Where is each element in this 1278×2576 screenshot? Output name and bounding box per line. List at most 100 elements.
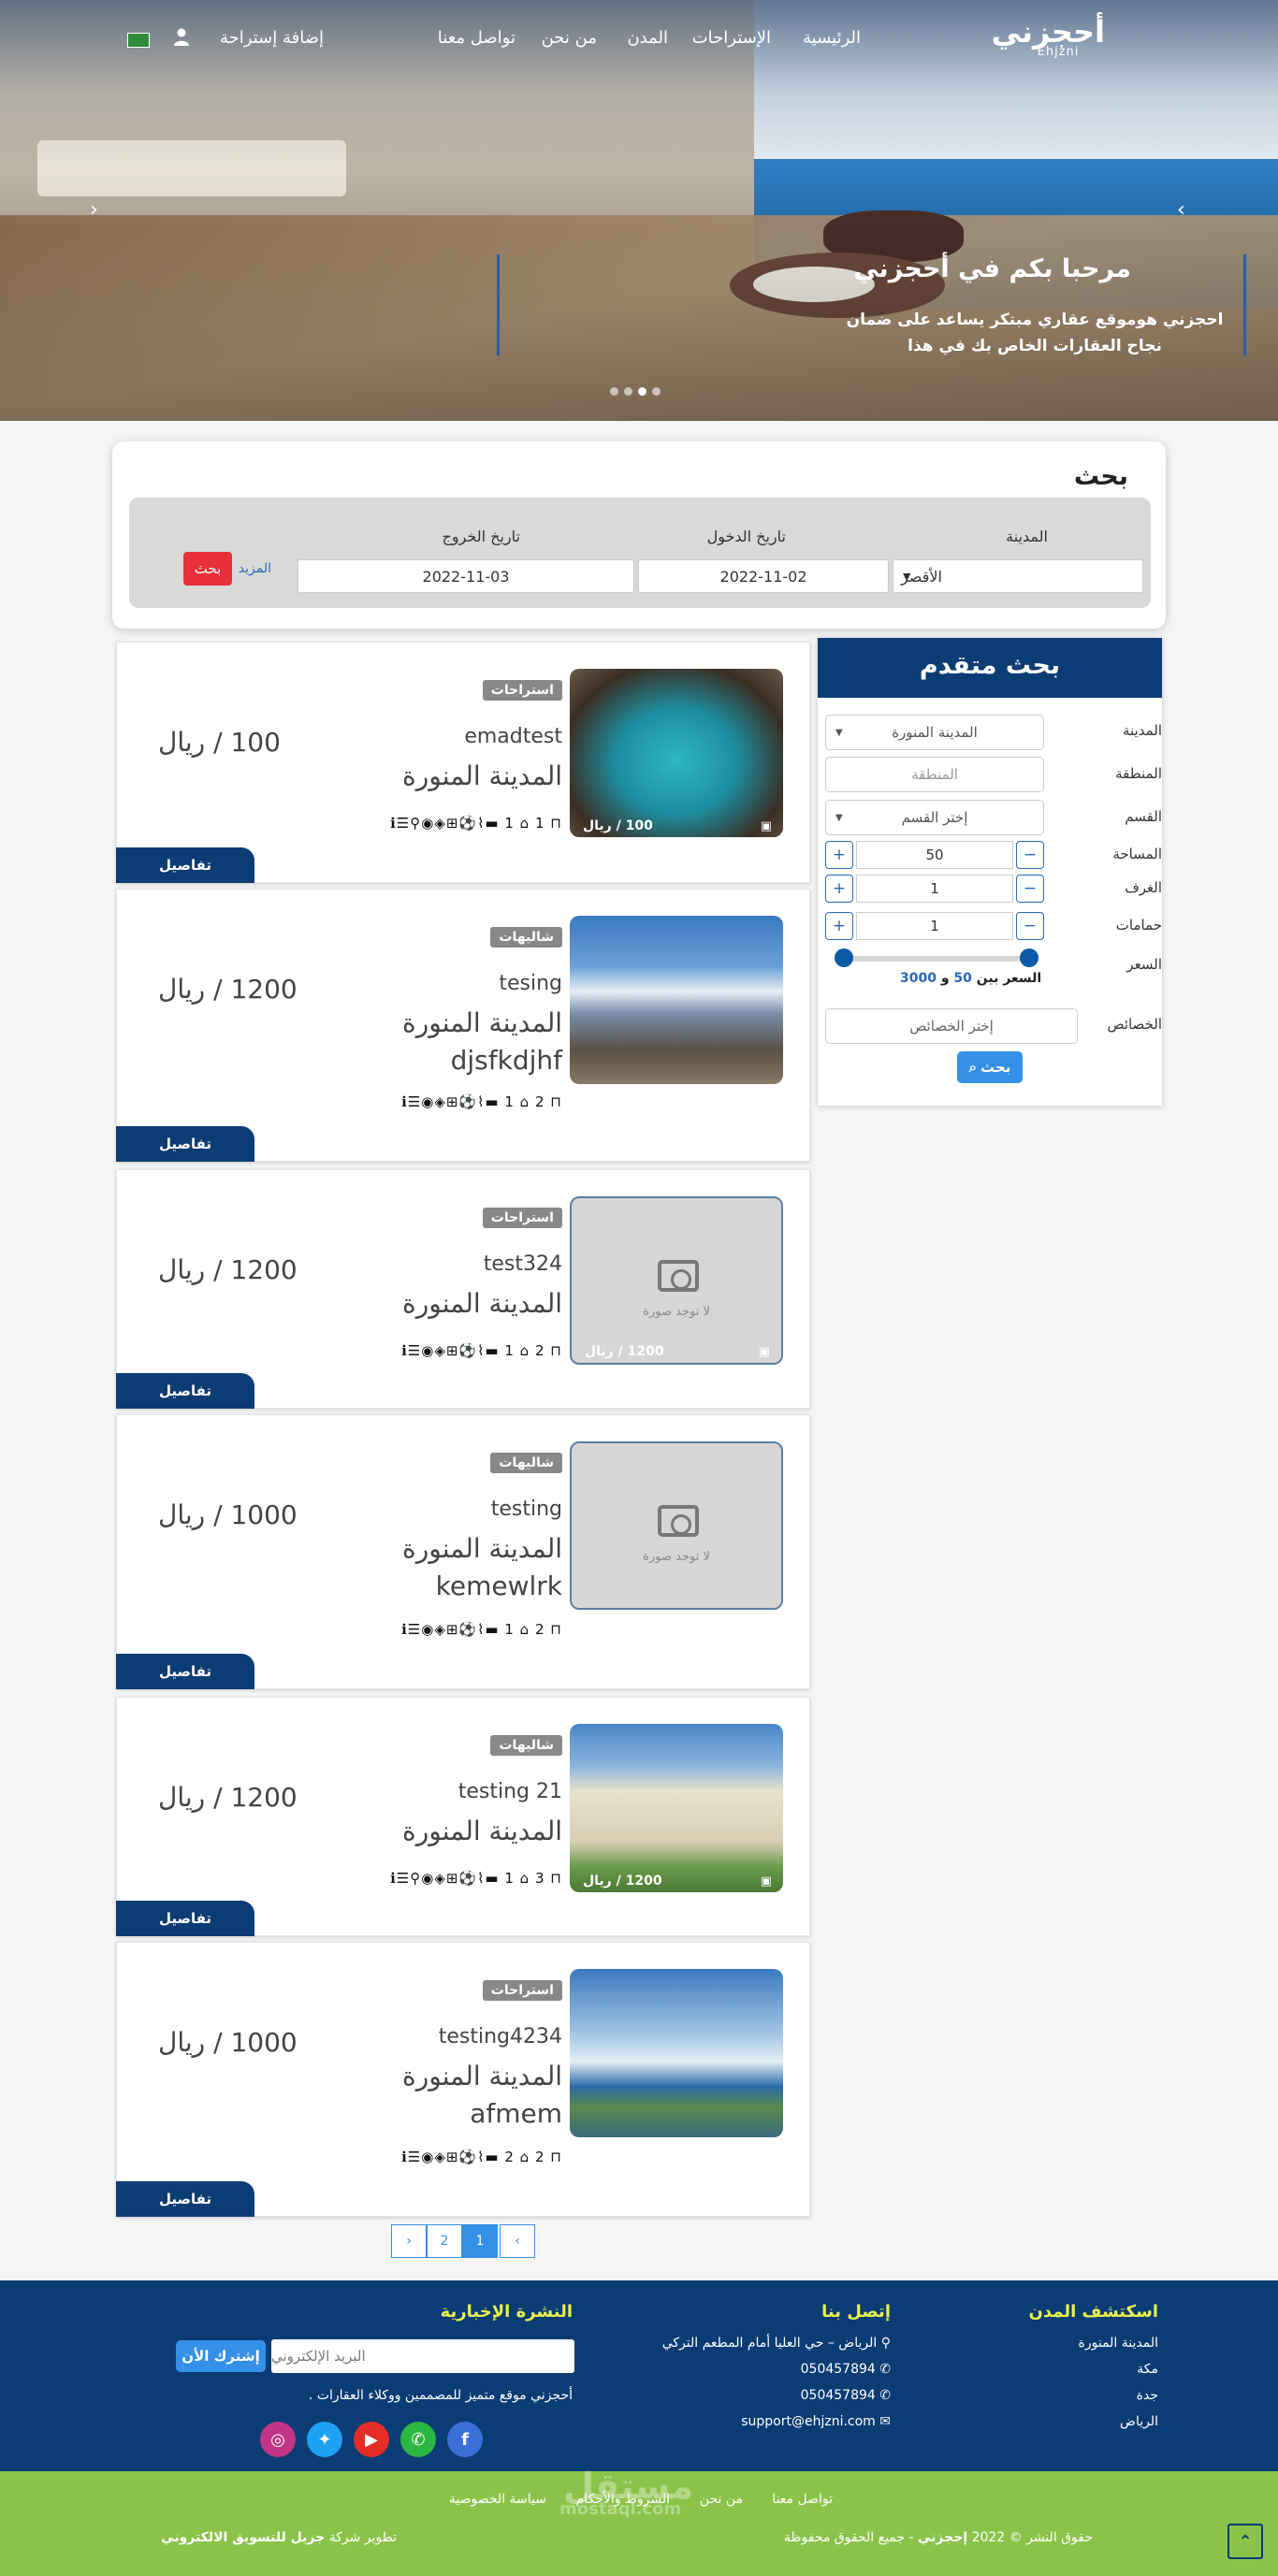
city-select[interactable]: الأقصر ▼ <box>893 559 1143 593</box>
youtube-icon[interactable]: ▶ <box>354 2422 389 2457</box>
space-value[interactable]: 50 <box>856 841 1013 869</box>
listing-image[interactable]: 100 / ريال ▣ <box>570 669 783 837</box>
user-icon[interactable] <box>174 28 189 47</box>
slider-prev-icon[interactable]: ‹ <box>90 198 98 222</box>
baths-stepper: − 1 + <box>825 911 1044 941</box>
phone-text: ✆ 050457894 <box>800 2388 891 2403</box>
checkin-label: تاريخ الدخول <box>706 528 786 545</box>
twitter-icon[interactable]: ✦ <box>307 2422 342 2457</box>
price-range-slider[interactable] <box>835 948 1038 967</box>
checkout-date-input[interactable]: 2022-11-03 <box>298 559 634 593</box>
listing-city: المدينة المنورة <box>402 760 562 791</box>
amenities-icons: ℹ☰⚲◉◈⊞⚽⌇▬ 1 ⌂ 3 ⊓ <box>390 1870 562 1887</box>
listing-name[interactable]: tesing <box>499 972 562 995</box>
plus-icon[interactable]: + <box>825 875 853 903</box>
checkout-label: تاريخ الخروج <box>442 528 520 545</box>
plus-icon[interactable]: + <box>825 912 853 940</box>
listing-image[interactable] <box>570 1969 783 2137</box>
footer-city-link[interactable]: جدة <box>1137 2388 1158 2403</box>
details-button[interactable]: تفاصيل <box>116 1654 254 1689</box>
footer-link-contact[interactable]: تواصل معنا <box>772 2492 833 2507</box>
footer-link-about[interactable]: من نحن <box>700 2492 743 2507</box>
caret-down-icon: ▼ <box>835 812 843 823</box>
listing-image-placeholder[interactable]: لا توجد صورة <box>570 1441 783 1610</box>
minus-icon[interactable]: − <box>1016 912 1044 940</box>
search-button[interactable]: بحث <box>183 552 232 586</box>
listing-name[interactable]: testing4234 <box>439 2025 562 2048</box>
listing-image-placeholder[interactable]: لا توجد صورة 1200 / ريال ▣ <box>570 1196 783 1365</box>
footer-link-privacy[interactable]: سياسة الخصوصية <box>449 2492 546 2507</box>
whatsapp-icon[interactable]: ✆ <box>400 2422 436 2457</box>
details-button[interactable]: تفاصيل <box>116 2181 254 2217</box>
space-stepper: − 50 + <box>825 840 1044 870</box>
subscribe-button[interactable]: إشترك الأن <box>176 2340 266 2372</box>
footer-city-link[interactable]: المدينة المنورة <box>1079 2336 1158 2351</box>
caption-divider-left <box>497 254 500 355</box>
add-rest-link[interactable]: إضافة إستراحة <box>220 28 324 48</box>
listing-name[interactable]: testing 21 <box>458 1780 562 1803</box>
advanced-search-button[interactable]: بحث ⌕ <box>957 1051 1023 1083</box>
cities-heading: اسكتشف المدن <box>1028 2302 1158 2322</box>
checkin-date-input[interactable]: 2022-11-02 <box>638 559 889 593</box>
pagination-page-1[interactable]: 1 <box>462 2224 498 2258</box>
more-link[interactable]: المزيد <box>239 561 271 576</box>
price-min-handle[interactable] <box>835 948 853 967</box>
adv-rooms-label: الغرف <box>1125 879 1162 896</box>
minus-icon[interactable]: − <box>1016 875 1044 903</box>
search-panel: بحث المدينة الأقصر ▼ تاريخ الدخول 2022-11… <box>112 441 1166 629</box>
contact-heading: إتصل بنا <box>821 2302 891 2322</box>
site-logo[interactable]: أحجزني Ehjzni <box>992 13 1105 65</box>
listing-description: kemewlrk <box>435 1570 562 1601</box>
nav-cities[interactable]: المدن <box>627 28 668 48</box>
adv-area-input[interactable]: المنطقة <box>825 757 1044 792</box>
newsletter-email-input[interactable]: البريد الإلكتروني <box>271 2339 574 2373</box>
nav-contact[interactable]: تواصل معنا <box>438 28 516 48</box>
nav-about[interactable]: من نحن <box>542 28 597 48</box>
listing-name[interactable]: test324 <box>484 1252 562 1276</box>
instagram-icon[interactable]: ◎ <box>260 2422 296 2457</box>
details-button[interactable]: تفاصيل <box>116 1126 254 1162</box>
footer-city-link[interactable]: مكة <box>1137 2362 1158 2377</box>
saudi-flag-icon[interactable] <box>127 33 150 48</box>
details-button[interactable]: تفاصيل <box>116 847 254 883</box>
facebook-icon[interactable]: f <box>447 2422 483 2457</box>
slider-dot[interactable] <box>652 387 661 396</box>
category-badge: استراحات <box>482 1208 562 1228</box>
scroll-to-top-button[interactable]: ⌃ <box>1227 2524 1263 2559</box>
rooms-value[interactable]: 1 <box>856 875 1013 903</box>
slider-dot-active[interactable] <box>638 387 646 396</box>
listing-image[interactable] <box>570 916 783 1084</box>
caret-down-icon: ▼ <box>835 727 843 738</box>
minus-icon[interactable]: − <box>1016 841 1044 869</box>
slider-dot[interactable] <box>624 387 632 396</box>
features-select[interactable]: إختر الخصائص <box>825 1008 1078 1044</box>
email-link[interactable]: ✉ support@ehjzni.com <box>741 2414 891 2429</box>
price-max-handle[interactable] <box>1020 948 1038 967</box>
listing-name[interactable]: testing <box>491 1498 562 1521</box>
camera-icon <box>658 1505 699 1537</box>
pagination-prev[interactable]: ‹ <box>391 2224 427 2258</box>
address-text: ⚲ الرياض – حي العليا أمام المطعم التركي <box>661 2336 891 2351</box>
plus-icon[interactable]: + <box>825 841 853 869</box>
details-button[interactable]: تفاصيل <box>116 1373 254 1409</box>
pagination-next[interactable]: › <box>500 2224 535 2258</box>
adv-section-select[interactable]: إختر القسم ▼ <box>825 800 1044 835</box>
caret-down-icon: ▼ <box>903 570 911 583</box>
nav-rest-houses[interactable]: الإستراحات <box>692 28 771 48</box>
slider-next-icon[interactable]: › <box>1177 198 1185 222</box>
city-label: المدينة <box>1006 528 1048 545</box>
image-icon: ▣ <box>758 1345 770 1359</box>
phone-icon: ✆ <box>875 2362 891 2377</box>
adv-space-label: المساحة <box>1112 846 1162 862</box>
pagination-page-2[interactable]: 2 <box>427 2224 462 2258</box>
newsletter-heading: النشرة الإخبارية <box>440 2302 573 2322</box>
adv-city-select[interactable]: المدينة المنورة ▼ <box>825 715 1044 750</box>
slider-dot[interactable] <box>610 387 618 396</box>
listing-name[interactable]: emadtest <box>464 725 562 748</box>
footer-city-link[interactable]: الرياض <box>1120 2414 1158 2429</box>
nav-home[interactable]: الرئيسية <box>803 28 861 48</box>
listing-image[interactable]: 1200 / ريال ▣ <box>570 1724 783 1892</box>
baths-value[interactable]: 1 <box>856 912 1013 940</box>
footer-link-terms[interactable]: الشروط والأحكام <box>576 2492 670 2507</box>
details-button[interactable]: تفاصيل <box>116 1901 254 1936</box>
